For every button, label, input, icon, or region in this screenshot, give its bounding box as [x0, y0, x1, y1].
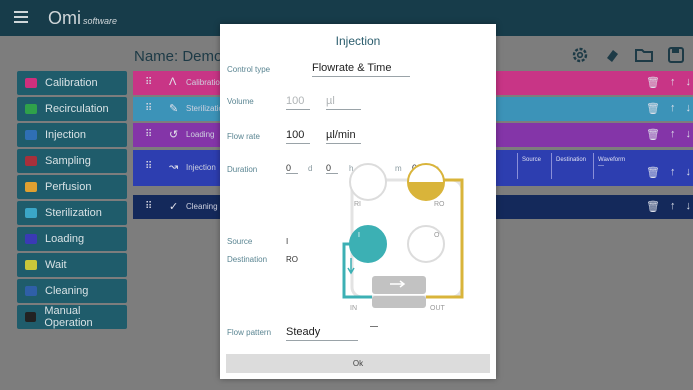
move-down-icon[interactable]: ↓	[686, 166, 692, 179]
i-label: I	[358, 232, 360, 239]
destination-label: Destination	[227, 255, 268, 264]
step-palette: Calibration Recirculation Injection Samp…	[17, 71, 127, 331]
destination-value: RO	[286, 255, 298, 264]
pump-block-lower	[372, 296, 426, 308]
o-label: O	[434, 232, 440, 239]
drag-handle-icon[interactable]: ⠿	[145, 77, 152, 88]
ok-button[interactable]: Ok	[226, 354, 490, 373]
cleaning-icon	[25, 286, 37, 296]
flow-pattern-dash	[370, 326, 378, 327]
drag-handle-icon[interactable]: ⠿	[145, 129, 152, 140]
delete-icon[interactable]: 🗑	[646, 102, 660, 115]
injection-source-column: Source	[517, 153, 551, 179]
move-down-icon[interactable]: ↓	[686, 128, 692, 141]
toolbar	[569, 44, 687, 66]
history-icon: ↺	[169, 129, 179, 141]
drag-handle-icon[interactable]: ⠿	[145, 161, 152, 172]
palette-item-recirculation[interactable]: Recirculation	[17, 97, 127, 121]
step-label: Cleaning	[186, 202, 218, 211]
control-type-label: Control type	[227, 65, 271, 74]
palette-item-injection[interactable]: Injection	[17, 123, 127, 147]
app-logo: Omi software	[48, 8, 118, 28]
move-down-icon[interactable]: ↓	[686, 200, 692, 213]
delete-icon[interactable]: 🗑	[646, 200, 660, 213]
pencil-icon: ✎	[169, 103, 179, 115]
duration-label: Duration	[227, 165, 258, 174]
delete-icon[interactable]: 🗑	[646, 76, 660, 89]
eraser-icon[interactable]	[601, 44, 623, 66]
move-down-icon[interactable]: ↓	[686, 76, 692, 89]
hamburger-menu-icon[interactable]	[14, 11, 28, 23]
palette-item-calibration[interactable]: Calibration	[17, 71, 127, 95]
move-down-icon[interactable]: ↓	[686, 102, 692, 115]
injection-icon	[25, 130, 37, 140]
move-up-icon[interactable]: ↑	[670, 102, 676, 115]
settings-gear-icon[interactable]	[569, 44, 591, 66]
wrench-icon	[25, 312, 37, 322]
drag-handle-icon[interactable]: ⠿	[145, 103, 152, 114]
hourglass-icon	[25, 260, 37, 270]
pump-block	[372, 276, 426, 294]
injection-dialog: Injection Control type Flowrate & Time V…	[220, 24, 496, 379]
volume-label: Volume	[227, 97, 254, 106]
fluidic-diagram[interactable]: RI RO I O IN OUT	[330, 150, 470, 316]
flow-rate-label: Flow rate	[227, 132, 260, 141]
move-up-icon[interactable]: ↑	[670, 128, 676, 141]
loading-icon	[25, 234, 37, 244]
days-unit-label: d	[308, 164, 313, 173]
flow-rate-unit-select[interactable]: µl/min	[326, 129, 361, 144]
step-label: Loading	[186, 130, 215, 139]
move-up-icon[interactable]: ↑	[670, 200, 676, 213]
step-label: Injection	[186, 163, 216, 172]
move-up-icon[interactable]: ↑	[670, 166, 676, 179]
open-folder-icon[interactable]	[633, 44, 655, 66]
ri-label: RI	[354, 201, 361, 208]
move-up-icon[interactable]: ↑	[670, 76, 676, 89]
drag-handle-icon[interactable]: ⠿	[145, 201, 152, 212]
palette-item-wait[interactable]: Wait	[17, 253, 127, 277]
palette-item-sampling[interactable]: Sampling	[17, 149, 127, 173]
reservoir-i[interactable]	[349, 225, 387, 263]
in-label: IN	[350, 305, 357, 312]
injection-destination-column: Destination	[551, 153, 593, 179]
calibration-icon	[25, 78, 37, 88]
calibration-step-icon: Λ	[169, 76, 177, 88]
palette-item-perfusion[interactable]: Perfusion	[17, 175, 127, 199]
broom-icon: ✓	[169, 201, 179, 213]
recirculation-icon	[25, 104, 37, 114]
step-label: Sterilizatio	[186, 104, 223, 113]
save-icon[interactable]	[665, 44, 687, 66]
sterilization-icon	[25, 208, 37, 218]
source-value: I	[286, 237, 289, 246]
delete-icon[interactable]: 🗑	[646, 166, 660, 179]
step-label: Calibratio	[186, 78, 220, 87]
injection-waveform-column: Waveform —	[593, 153, 629, 179]
injection-step-icon: ↝	[169, 161, 179, 173]
palette-item-cleaning[interactable]: Cleaning	[17, 279, 127, 303]
reservoir-ro-fill	[408, 182, 444, 200]
palette-item-sterilization[interactable]: Sterilization	[17, 201, 127, 225]
duration-days-input[interactable]: 0	[286, 163, 298, 174]
control-type-select[interactable]: Flowrate & Time	[312, 62, 410, 77]
volume-input[interactable]: 100	[286, 95, 310, 110]
delete-icon[interactable]: 🗑	[646, 128, 660, 141]
palette-item-manual-operation[interactable]: Manual Operation	[17, 305, 127, 329]
out-label: OUT	[430, 305, 446, 312]
ro-label: RO	[434, 201, 445, 208]
reservoir-ri[interactable]	[349, 163, 387, 201]
flow-pattern-select[interactable]: Steady	[286, 326, 358, 341]
volume-unit-select[interactable]: µl	[326, 95, 361, 110]
protocol-name: Name: Demo*	[134, 48, 229, 65]
dialog-title: Injection	[335, 34, 381, 48]
sampling-icon	[25, 156, 37, 166]
flow-rate-input[interactable]: 100	[286, 129, 310, 144]
flow-pattern-label: Flow pattern	[227, 328, 272, 337]
palette-item-loading[interactable]: Loading	[17, 227, 127, 251]
source-label: Source	[227, 237, 253, 246]
perfusion-arrow-icon	[25, 182, 37, 192]
